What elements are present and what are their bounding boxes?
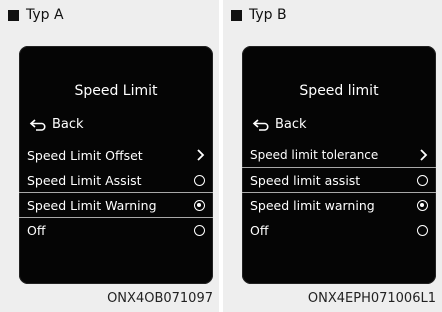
menu-item-label: Speed limit tolerance	[250, 148, 379, 162]
radio-button[interactable]	[417, 174, 428, 186]
menu-item-warning[interactable]: Speed limit warning	[242, 193, 436, 218]
chevron-right-icon	[197, 149, 205, 161]
back-arrow-icon	[252, 118, 269, 131]
radio-button[interactable]	[194, 174, 205, 186]
chevron-right-icon	[420, 149, 428, 161]
panel-typ-b: Typ B Speed limit Back Speed limit toler…	[223, 0, 442, 312]
radio-button-selected[interactable]	[194, 199, 205, 211]
menu-item-label: Speed Limit Assist	[27, 172, 142, 188]
figure-code: ONX4OB071097	[107, 291, 213, 306]
radio-button[interactable]	[417, 224, 428, 236]
back-button[interactable]: Back	[29, 117, 84, 132]
figure-code: ONX4EPH071006L1	[307, 291, 436, 306]
menu-item-label: Speed Limit Offset	[27, 147, 143, 163]
menu-item-label: Off	[250, 222, 269, 238]
menu-item-assist[interactable]: Speed Limit Assist	[19, 168, 213, 193]
back-arrow-icon	[29, 118, 46, 131]
menu-item-label: Speed limit assist	[250, 172, 361, 188]
menu-item-offset[interactable]: Speed Limit Offset	[19, 143, 213, 168]
menu-item-label: Speed Limit Warning	[27, 197, 157, 213]
menu-list: Speed Limit Offset Speed Limit Assist Sp…	[19, 143, 213, 243]
menu-item-warning[interactable]: Speed Limit Warning	[19, 193, 213, 218]
back-label: Back	[275, 117, 307, 132]
panel-label: Typ B	[249, 7, 287, 23]
menu-item-assist[interactable]: Speed limit assist	[242, 168, 436, 193]
square-icon	[8, 9, 19, 21]
panel-header: Typ B	[231, 7, 287, 23]
menu-item-off[interactable]: Off	[19, 218, 213, 243]
menu-list: Speed limit tolerance Speed limit assist…	[242, 143, 436, 243]
menu-item-tolerance[interactable]: Speed limit tolerance	[242, 143, 436, 168]
panel-typ-a: Typ A Speed Limit Back Speed Limit Offse…	[0, 0, 219, 312]
menu-item-off[interactable]: Off	[242, 218, 436, 243]
menu-item-label: Off	[27, 222, 46, 238]
back-label: Back	[52, 117, 84, 132]
panel-header: Typ A	[8, 7, 64, 23]
screen-title: Speed limit	[299, 83, 379, 99]
display-screen: Speed limit Back Speed limit tolerance S…	[242, 46, 436, 284]
back-button[interactable]: Back	[252, 117, 307, 132]
panel-label: Typ A	[26, 7, 64, 23]
radio-button[interactable]	[194, 224, 205, 236]
square-icon	[231, 9, 242, 21]
screen-title: Speed Limit	[74, 83, 158, 99]
menu-item-label: Speed limit warning	[250, 197, 375, 213]
radio-button-selected[interactable]	[417, 199, 428, 211]
display-screen: Speed Limit Back Speed Limit Offset Spee…	[19, 46, 213, 284]
